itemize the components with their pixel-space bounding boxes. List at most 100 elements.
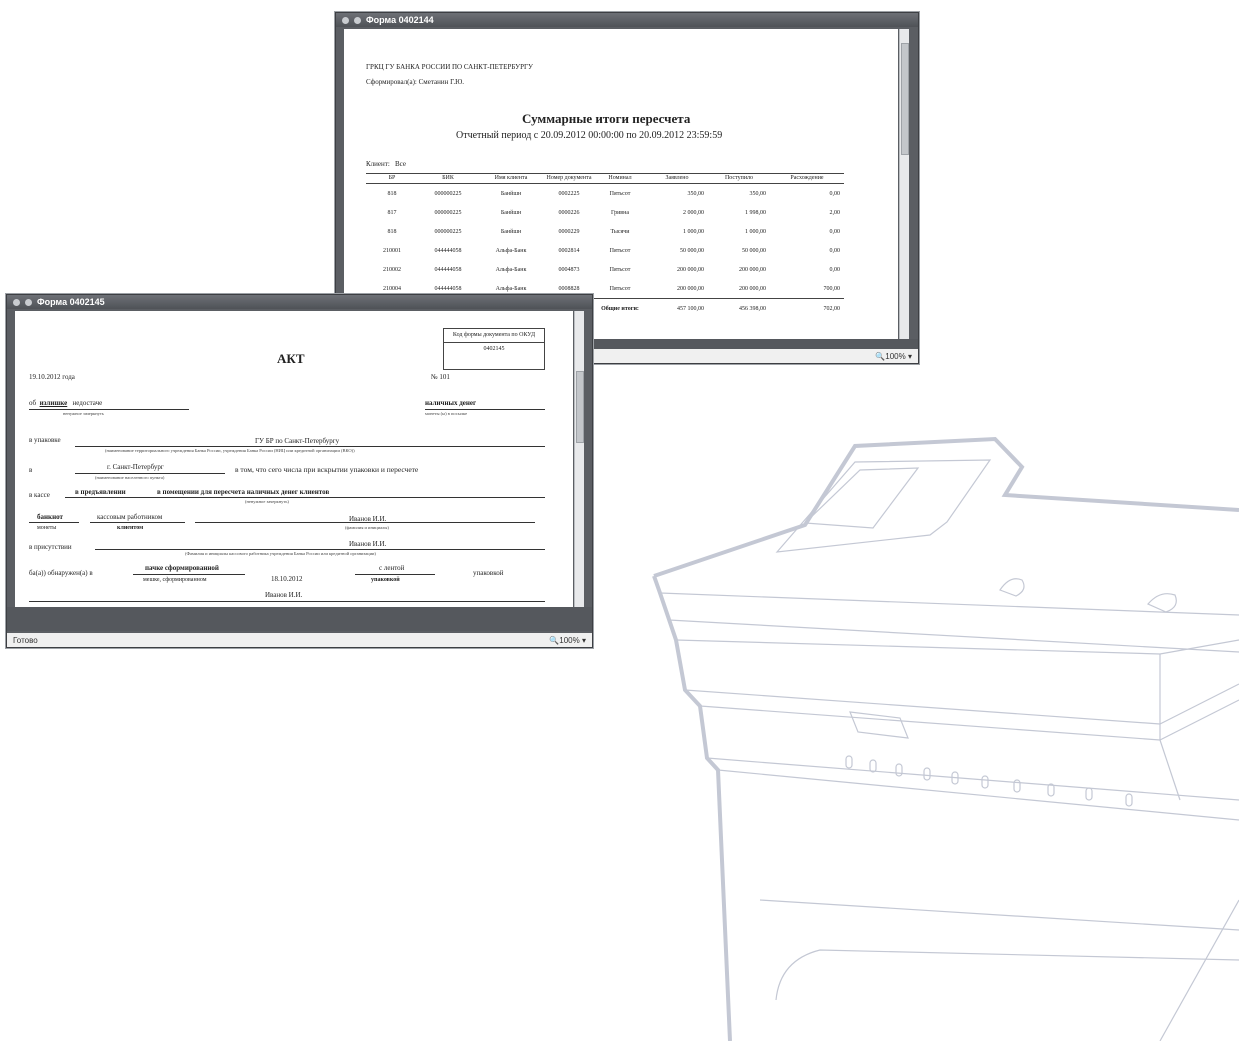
option-shortage: недостаче <box>72 399 103 407</box>
cell: 200 000,00 <box>677 285 704 292</box>
act-window-title: Форма 0402145 <box>37 297 105 307</box>
minimize-window-icon[interactable] <box>25 298 32 306</box>
cell: 0,00 <box>829 266 841 273</box>
cell: Пятьсот <box>609 266 631 273</box>
signer-name: Иванов И.И. <box>265 591 303 599</box>
col-client: Имя клиента <box>478 173 544 184</box>
zoom-dropdown-icon[interactable]: ▾ <box>582 636 586 645</box>
option-surplus: излишке <box>39 399 68 407</box>
line6-caption: (Фамилия и инициалы кассового работника … <box>185 551 376 556</box>
act-toolbar-strip <box>7 607 592 631</box>
cell: 817 <box>387 209 397 216</box>
org-header: ГРКЦ ГУ БАНКА РОССИИ ПО САНКТ-ПЕТЕРБУРГУ <box>366 63 533 71</box>
cell: 2 000,00 <box>683 209 704 216</box>
cell: Пятьсот <box>609 247 631 254</box>
cell: 50 000,00 <box>680 247 704 254</box>
option-packaging: упаковкой <box>371 577 400 583</box>
summary-vertical-scrollbar[interactable] <box>899 29 909 339</box>
form-code-label: Код формы документа по ОКУД <box>444 329 544 343</box>
cell: 210002 <box>383 266 401 273</box>
option-recount-room: в помещении для пересчета наличных денег… <box>157 488 330 496</box>
cell: 350,00 <box>687 190 705 197</box>
cell: Банйшн <box>500 228 522 235</box>
cell: 50 000,00 <box>742 247 766 254</box>
period-to: 20.09.2012 23:59:59 <box>639 130 723 141</box>
table-row: 210001 044444058 Альфа-Банк 0002814 Пять… <box>366 241 844 260</box>
scrollbar-thumb[interactable] <box>576 371 584 443</box>
packaging-org: ГУ БР по Санкт-Петербургу <box>255 437 340 445</box>
option-client: клиентом <box>117 525 144 531</box>
line1-caption: ненужное зачеркнуть <box>63 411 104 416</box>
act-heading: АКТ <box>277 351 305 366</box>
col-docnum: Номер документа <box>544 173 594 184</box>
table-header-row: БР БИК Имя клиента Номер документа Номин… <box>366 173 844 184</box>
option-coins: монеты <box>37 525 57 531</box>
table-row: 210002 044444058 Альфа-Банк 0004873 Пять… <box>366 260 844 279</box>
cell: Банйшн <box>500 209 522 216</box>
act-vertical-scrollbar[interactable] <box>574 311 584 607</box>
total-received: 456 398,00 <box>739 305 766 312</box>
packaging-label: в упаковке <box>29 436 61 444</box>
line2-caption: (наименование территориального учреждени… <box>105 448 355 453</box>
line5-caption: (фамилия и инициалы) <box>345 525 389 530</box>
cell: 044444058 <box>434 247 462 254</box>
col-diff: Расхождение <box>770 173 844 184</box>
summary-zoom-level[interactable]: 100% <box>885 352 905 361</box>
cell: 0000226 <box>558 209 580 216</box>
col-nominal: Номинал <box>594 173 646 184</box>
zoom-dropdown-icon[interactable]: ▾ <box>908 352 912 361</box>
status-ready: Готово <box>13 635 38 645</box>
cell: 0,00 <box>829 228 841 235</box>
minimize-window-icon[interactable] <box>354 16 361 24</box>
cell: Пятьсот <box>609 285 631 292</box>
close-window-icon[interactable] <box>13 298 20 306</box>
cashbox-label: в кассе <box>29 491 50 499</box>
col-declared: Заявлено <box>646 173 708 184</box>
summary-window-titlebar[interactable]: Форма 0402144 <box>336 13 918 27</box>
cell: 700,00 <box>823 285 841 292</box>
cell: Тысячи <box>610 228 630 235</box>
witness-name: Иванов И.И. <box>349 540 387 548</box>
period-sep: по <box>626 130 637 141</box>
form-code-box: Код формы документа по ОКУД 0402145 <box>443 328 545 370</box>
table-row: 817 000000225 Банйшн 0000226 Гривна 2 00… <box>366 203 844 222</box>
created-by-value: Сметанин Г.Ю. <box>418 78 465 86</box>
cell: Банйшн <box>500 190 522 197</box>
cell: 200 000,00 <box>677 266 704 273</box>
col-br: БР <box>366 173 418 184</box>
client-value: Все <box>395 160 406 168</box>
act-document-window: Форма 0402145 Код формы документа по ОКУ… <box>6 294 593 648</box>
formed-date: 18.10.2012 <box>271 575 303 583</box>
cell: 0,00 <box>829 190 841 197</box>
report-title: Суммарные итоги пересчета <box>522 111 691 126</box>
cell: Гривна <box>610 209 629 216</box>
cell: 200 000,00 <box>739 285 766 292</box>
act-zoom-level[interactable]: 100% <box>559 636 579 645</box>
period-from: 20.09.2012 00:00:00 <box>540 130 624 141</box>
option-formed-bag: мешке, сформированном <box>143 577 207 583</box>
cell: 2,00 <box>829 209 841 216</box>
summary-document: ГРКЦ ГУ БАНКА РОССИИ ПО САНКТ-ПЕТЕРБУРГУ… <box>344 29 898 339</box>
zoom-icon[interactable]: 🔍 <box>875 352 885 361</box>
client-label: Клиент: <box>366 160 390 168</box>
summary-window-title: Форма 0402144 <box>366 15 434 25</box>
found-label: ба(а)) обнаружен(а) в <box>29 569 93 577</box>
locality-label: в <box>29 466 33 474</box>
packaging-word: упаковкой <box>473 569 504 577</box>
scrollbar-thumb[interactable] <box>901 43 909 155</box>
zoom-icon[interactable]: 🔍 <box>549 636 559 645</box>
cell: 0004873 <box>558 266 580 273</box>
close-window-icon[interactable] <box>342 16 349 24</box>
cell: 1 000,00 <box>683 228 704 235</box>
line3-caption: (наименование населенного пункта) <box>95 475 165 480</box>
locality-value: г. Санкт-Петербург <box>107 463 164 471</box>
line3-rest: в том, что сего числа при вскрытии упако… <box>235 465 419 474</box>
col-bik: БИК <box>418 173 478 184</box>
cell: 000000225 <box>434 228 462 235</box>
act-window-titlebar[interactable]: Форма 0402145 <box>7 295 592 309</box>
cell: 1 998,00 <box>745 209 766 216</box>
cell: 1 000,00 <box>745 228 766 235</box>
line4-caption: (ненужное зачеркнуть) <box>245 499 289 504</box>
option-cashier: кассовым работником <box>97 513 163 521</box>
act-date: 19.10.2012 года <box>29 373 75 381</box>
